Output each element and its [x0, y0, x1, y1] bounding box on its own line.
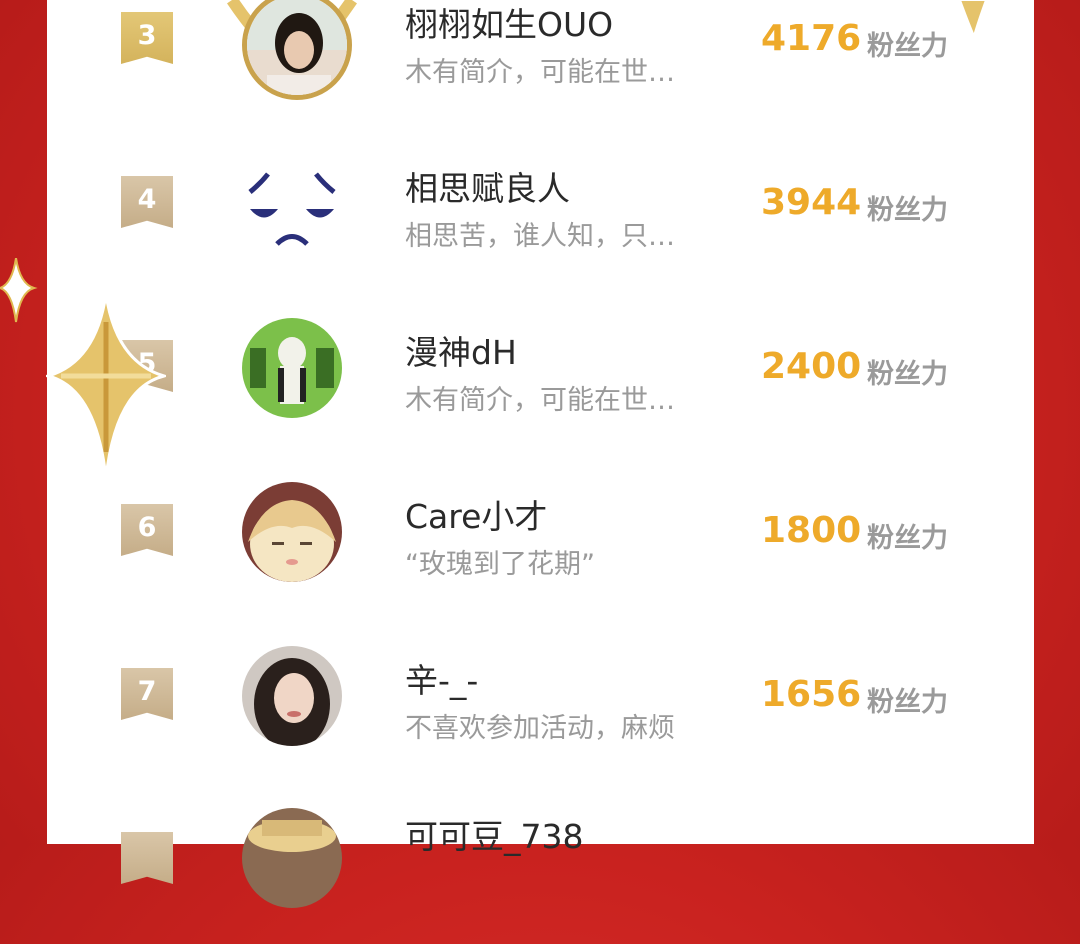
user-bio: 不喜欢参加活动，麻烦 — [405, 713, 675, 744]
fan-score-unit: 粉丝力 — [867, 195, 948, 226]
fan-score: 3944 — [761, 182, 862, 223]
avatar[interactable] — [242, 482, 342, 582]
rank-badge: 7 — [121, 668, 173, 720]
user-name[interactable]: 栩栩如生OUO — [405, 0, 613, 46]
rank-badge: 6 — [121, 504, 173, 556]
sparkle-icon — [0, 258, 38, 323]
fan-score-unit: 粉丝力 — [867, 359, 948, 390]
list-item[interactable]: 4 相思赋良人 相思苦，谁人知，只… 3944 粉丝力 — [47, 124, 1034, 288]
user-name[interactable]: 辛-_- — [405, 654, 478, 702]
user-bio: 木有简介，可能在世… — [405, 57, 675, 88]
avatar[interactable] — [242, 646, 342, 746]
rank-badge: 3 — [121, 12, 173, 64]
fan-score-unit: 粉丝力 — [867, 523, 948, 554]
fan-score: 2400 — [761, 346, 862, 387]
sparkle-icon — [46, 293, 166, 479]
user-name[interactable]: 可可豆_738 — [405, 810, 584, 858]
list-item[interactable]: 3 栩栩如生OUO 木有简介，可能在世… 4176 粉丝力 — [47, 0, 1034, 124]
list-item[interactable]: 7 辛-_- 不喜欢参加活动，麻烦 1656 粉丝力 — [47, 616, 1034, 780]
user-name[interactable]: Care小才 — [405, 490, 547, 538]
list-item[interactable]: 5 漫神dH 木有简介，可能在世… 2400 粉丝力 — [47, 288, 1034, 452]
user-name[interactable]: 相思赋良人 — [405, 162, 570, 210]
fan-score: 1656 — [761, 674, 862, 715]
fan-score: 4176 — [761, 18, 862, 59]
rank-badge — [121, 832, 173, 884]
rank-badge: 4 — [121, 176, 173, 228]
fan-score-unit: 粉丝力 — [867, 31, 948, 62]
user-bio: 相思苦，谁人知，只… — [405, 221, 675, 252]
avatar[interactable] — [242, 154, 342, 254]
ranking-panel: 3 栩栩如生OUO 木有简介，可能在世… 4176 粉丝力 4 相思赋良人 相思… — [47, 0, 1034, 908]
user-name[interactable]: 漫神dH — [405, 326, 517, 374]
avatar[interactable] — [242, 318, 342, 418]
sparkle-icon — [958, 0, 988, 39]
user-bio: 木有简介，可能在世… — [405, 385, 675, 416]
user-bio: “玫瑰到了花期” — [405, 549, 595, 580]
avatar[interactable] — [242, 0, 352, 100]
fan-score-unit: 粉丝力 — [867, 687, 948, 718]
avatar[interactable] — [242, 808, 342, 908]
list-item[interactable]: 6 Care小才 “玫瑰到了花期” 1800 粉丝力 — [47, 452, 1034, 616]
list-item[interactable]: 可可豆_738 — [47, 780, 1034, 944]
fan-score: 1800 — [761, 510, 862, 551]
